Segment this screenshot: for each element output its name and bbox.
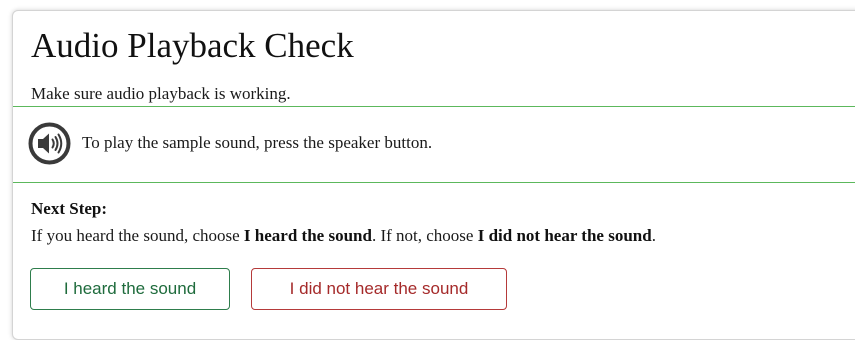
page-subtitle: Make sure audio playback is working.: [31, 84, 291, 103]
audio-check-panel: Audio Playback Check Make sure audio pla…: [12, 10, 855, 340]
heard-sound-button[interactable]: I heard the sound: [30, 268, 230, 310]
heard-option-name: I heard the sound: [243, 226, 372, 245]
divider: [13, 182, 855, 183]
next-step-text: If you heard the sound, choose I heard t…: [31, 227, 656, 244]
speaker-button[interactable]: [28, 122, 71, 165]
next-step-heading: Next Step:: [31, 199, 108, 218]
sample-instruction: To play the sample sound, press the spea…: [82, 133, 433, 152]
page-title: Audio Playback Check: [31, 26, 354, 65]
not-heard-option-name: I did not hear the sound: [477, 226, 652, 245]
divider: [13, 106, 855, 107]
next-step-text-part: . If not, choose: [371, 226, 478, 245]
next-step-text-part: .: [651, 226, 656, 245]
speaker-icon: [28, 122, 71, 165]
did-not-hear-button[interactable]: I did not hear the sound: [251, 268, 507, 310]
next-step-text-part: If you heard the sound, choose: [31, 226, 244, 245]
